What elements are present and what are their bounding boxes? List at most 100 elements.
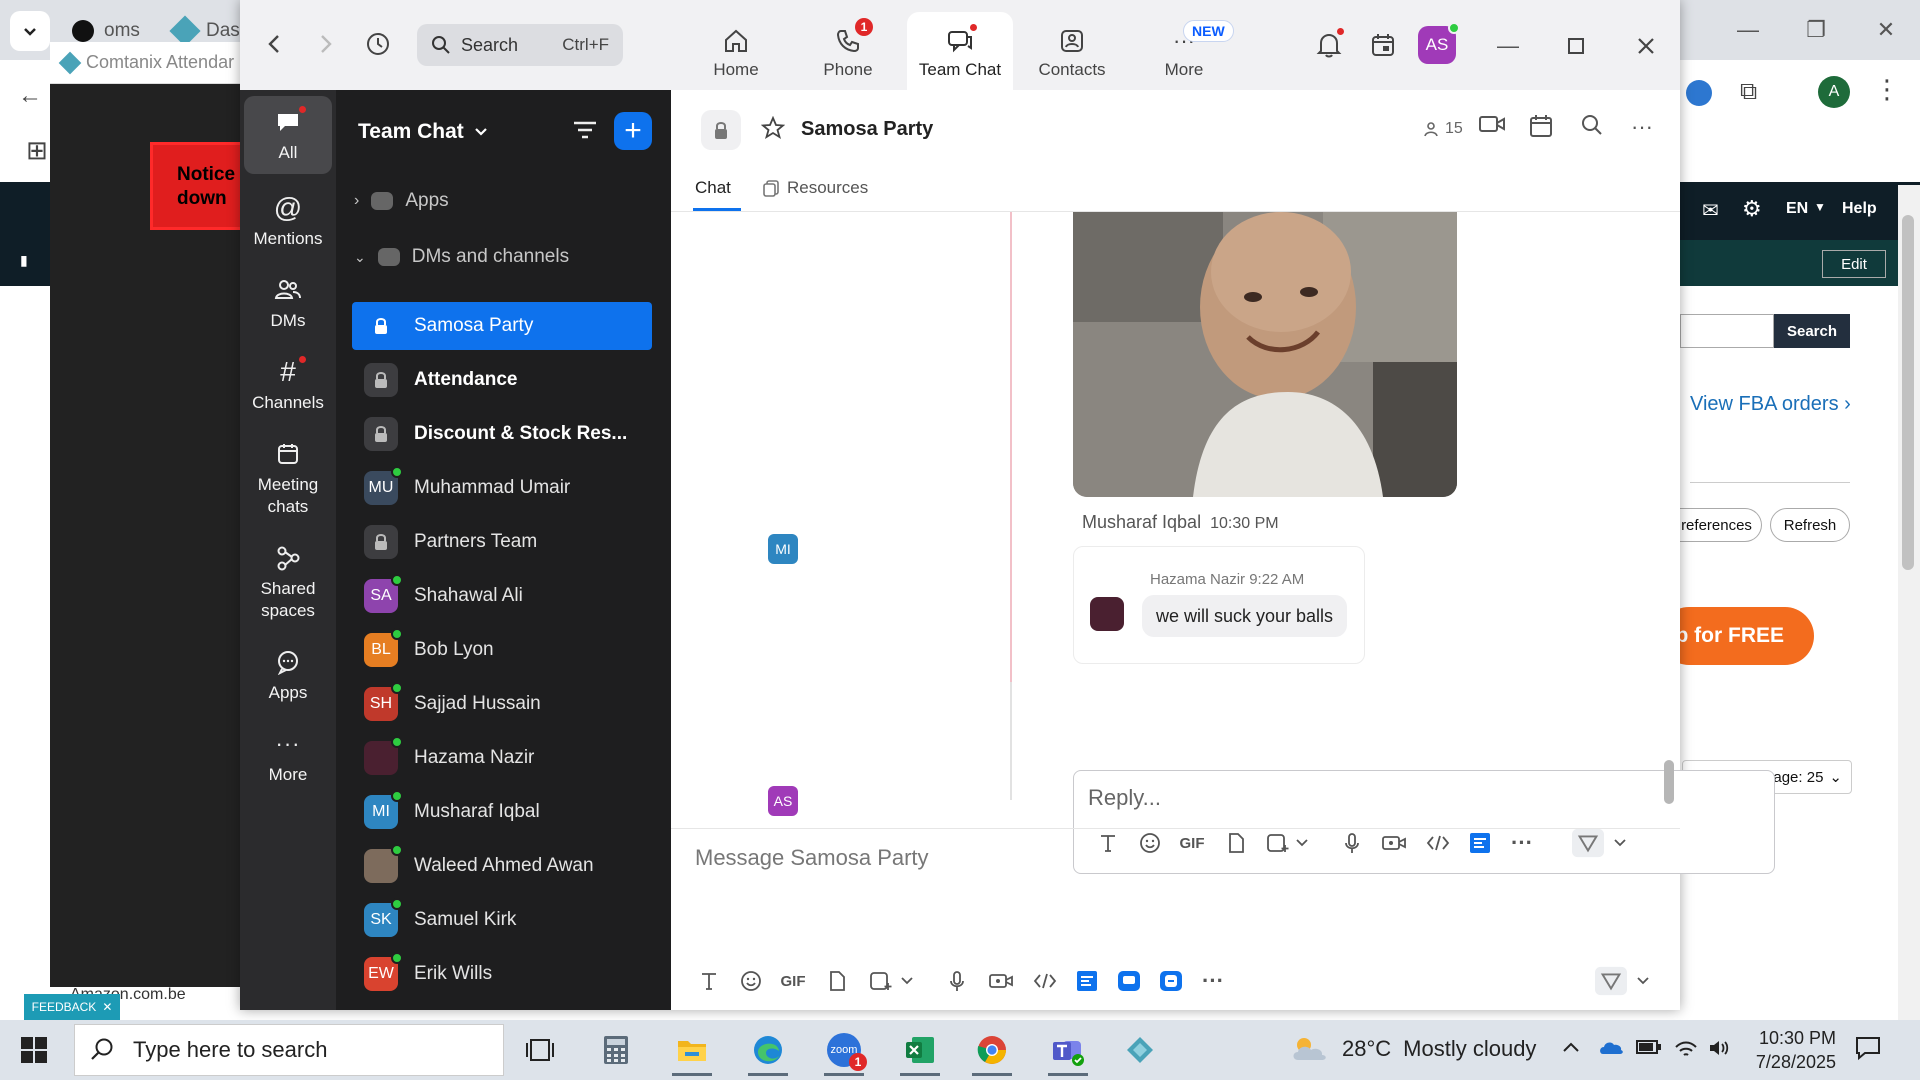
team-chat-title[interactable]: Team Chat: [358, 120, 488, 144]
edge-app[interactable]: [740, 1024, 796, 1076]
edit-button[interactable]: Edit: [1822, 250, 1886, 278]
language-selector[interactable]: EN: [1786, 200, 1808, 218]
rail-channels[interactable]: # Channels: [244, 354, 332, 414]
nav-contacts[interactable]: Contacts: [1019, 12, 1125, 90]
maximize-button[interactable]: [1558, 28, 1594, 64]
search-input[interactable]: Search Ctrl+F: [417, 24, 623, 66]
rail-apps[interactable]: Apps: [244, 646, 332, 704]
tab-resources[interactable]: Resources: [763, 178, 868, 198]
weather-widget[interactable]: 28°C Mostly cloudy: [1290, 1034, 1536, 1064]
file-explorer-app[interactable]: [664, 1024, 720, 1076]
thread-scrollbar[interactable]: [1664, 212, 1674, 822]
notifications-button[interactable]: [1312, 26, 1346, 62]
mail-icon[interactable]: ✉: [1702, 198, 1719, 223]
feedback-button[interactable]: FEEDBACK ✕: [24, 994, 120, 1020]
emoji-icon[interactable]: [735, 965, 767, 997]
chat-list-item[interactable]: MI Musharaf Iqbal: [352, 788, 652, 836]
amazon-search-button[interactable]: Search: [1774, 314, 1850, 348]
notification-center-button[interactable]: [1854, 1034, 1882, 1067]
refresh-button[interactable]: Refresh: [1770, 508, 1850, 542]
forward-button[interactable]: [310, 28, 342, 60]
page-scrollbar[interactable]: [1898, 185, 1920, 1020]
apps-grid-icon[interactable]: ⊞: [26, 135, 48, 166]
calendar-icon[interactable]: [1529, 114, 1553, 143]
chat-list-item[interactable]: MU Muhammad Umair: [352, 464, 652, 512]
hamburger-menu-icon[interactable]: ☰: [14, 378, 34, 404]
video-message-icon[interactable]: [985, 965, 1017, 997]
battery-icon[interactable]: [1636, 1038, 1662, 1061]
zoom-app[interactable]: zoom 1: [816, 1024, 872, 1076]
chat-list-item[interactable]: Hazama Nazir: [352, 734, 652, 782]
chat-list-item[interactable]: BL Bob Lyon: [352, 626, 652, 674]
apps-section[interactable]: › Apps: [354, 190, 449, 212]
new-chat-button[interactable]: +: [614, 112, 652, 150]
extension-icon[interactable]: [1686, 80, 1712, 106]
filter-button[interactable]: [572, 118, 598, 147]
sender-avatar[interactable]: MI: [768, 534, 798, 564]
taskbar-search[interactable]: Type here to search: [74, 1024, 504, 1076]
help-link[interactable]: Help: [1842, 200, 1877, 218]
teams-app[interactable]: [1040, 1024, 1096, 1076]
rail-dms[interactable]: DMs: [244, 274, 332, 332]
chat-list-item[interactable]: Attendance: [352, 356, 652, 404]
bookmark-icon[interactable]: ▮: [20, 252, 28, 269]
chat-list-item[interactable]: Partners Team: [352, 518, 652, 566]
history-button[interactable]: [362, 28, 394, 60]
docs-icon[interactable]: [1071, 965, 1103, 997]
rail-all[interactable]: All: [244, 96, 332, 174]
chat-list-item[interactable]: Samosa Party: [352, 302, 652, 350]
channel-name[interactable]: Samosa Party: [801, 118, 933, 141]
close-button[interactable]: [1628, 28, 1664, 64]
preferences-button[interactable]: references: [1672, 508, 1762, 542]
wifi-icon[interactable]: [1674, 1038, 1698, 1063]
minimize-button[interactable]: —: [1490, 28, 1526, 64]
system-clock[interactable]: 10:30 PM 7/28/2025: [1744, 1026, 1836, 1074]
nav-more[interactable]: ··· NEW More: [1131, 12, 1237, 90]
chat-list-item[interactable]: SH Sajjad Hussain: [352, 680, 652, 728]
scrollbar-thumb[interactable]: [1902, 215, 1914, 570]
view-fba-orders-link[interactable]: View FBA orders ›: [1690, 393, 1851, 416]
chevron-down-icon[interactable]: [1627, 965, 1659, 997]
chat-list-item[interactable]: EW Erik Wills: [352, 950, 652, 998]
back-button[interactable]: [258, 28, 290, 60]
show-hidden-icons[interactable]: [1562, 1038, 1580, 1059]
amazon-search-input[interactable]: [1680, 314, 1774, 348]
microphone-icon[interactable]: [941, 965, 973, 997]
nav-phone[interactable]: 1 Phone: [795, 12, 901, 90]
chat-list-item[interactable]: SA Shahawal Ali: [352, 572, 652, 620]
user-avatar[interactable]: AS: [1418, 22, 1460, 64]
rail-shared-spaces[interactable]: Shared spaces: [244, 542, 332, 622]
more-options-icon[interactable]: ···: [1197, 965, 1229, 997]
shared-photo[interactable]: [1073, 212, 1457, 497]
nav-home[interactable]: Home: [683, 12, 789, 90]
start-button[interactable]: [20, 1036, 48, 1069]
members-button[interactable]: 15: [1423, 120, 1463, 138]
more-options-icon[interactable]: ···: [1631, 114, 1653, 140]
send-icon[interactable]: [1595, 965, 1627, 997]
onedrive-icon[interactable]: [1598, 1038, 1624, 1061]
quoted-message[interactable]: Hazama Nazir 9:22 AM we will suck your b…: [1073, 546, 1365, 664]
browser-close-button[interactable]: ✕: [1856, 10, 1916, 50]
rail-meeting-chats[interactable]: Meeting chats: [244, 438, 332, 518]
task-view-button[interactable]: [512, 1024, 568, 1076]
browser-menu-icon[interactable]: ⋮: [1874, 74, 1900, 105]
profile-avatar[interactable]: A: [1818, 76, 1850, 108]
browser-minimize-button[interactable]: —: [1718, 10, 1778, 50]
calculator-app[interactable]: [588, 1024, 644, 1076]
message-input[interactable]: Message Samosa Party: [695, 845, 929, 871]
reply-input[interactable]: Reply...: [1088, 785, 1161, 811]
sender-name[interactable]: Musharaf Iqbal: [1082, 512, 1201, 532]
comtanix-app[interactable]: [1112, 1024, 1168, 1076]
chat-list-item[interactable]: Waleed Ahmed Awan: [352, 842, 652, 890]
gear-icon[interactable]: ⚙: [1742, 196, 1762, 222]
gif-button[interactable]: GIF: [777, 965, 809, 997]
excel-app[interactable]: [892, 1024, 948, 1076]
chat-list-item[interactable]: Discount & Stock Res...: [352, 410, 652, 458]
rail-mentions[interactable]: @ Mentions: [244, 192, 332, 250]
dms-channels-section[interactable]: ⌄ DMs and channels: [354, 246, 569, 268]
nav-team-chat[interactable]: Team Chat: [907, 12, 1013, 90]
chat-list-item[interactable]: SK Samuel Kirk: [352, 896, 652, 944]
back-arrow-icon[interactable]: ←: [18, 82, 42, 110]
browser-restore-button[interactable]: ❐: [1786, 10, 1846, 50]
chevron-down-icon[interactable]: [891, 965, 923, 997]
